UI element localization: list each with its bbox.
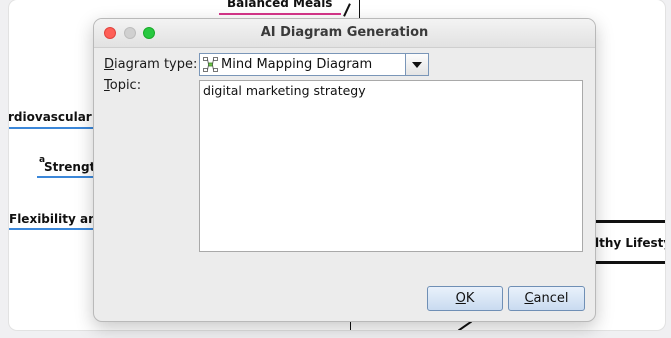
topic-label: Topic:	[104, 78, 141, 93]
chevron-down-icon[interactable]	[405, 54, 428, 75]
center-node-border-bottom	[594, 261, 665, 264]
ok-mnemonic: O	[455, 291, 466, 306]
topic-label-text: opic:	[109, 78, 142, 93]
branch-line-blue	[9, 228, 95, 230]
mind-map-icon	[203, 57, 218, 72]
diagram-type-mnemonic: D	[104, 57, 115, 72]
cancel-mnemonic: C	[524, 291, 534, 306]
topic-textarea[interactable]: digital marketing strategy	[199, 80, 583, 252]
diagonal-connector-bottom	[457, 320, 473, 330]
ai-diagram-dialog: AI Diagram Generation Diagram type: Mind…	[93, 18, 596, 322]
ok-button[interactable]: OK	[427, 286, 503, 311]
cancel-label-text: ancel	[533, 291, 569, 306]
ok-label-text: K	[465, 291, 475, 306]
cancel-button[interactable]: Cancel	[508, 286, 585, 311]
diagram-type-select[interactable]: Mind Mapping Diagram	[199, 53, 429, 76]
branch-line-blue	[37, 176, 97, 178]
vertical-connector	[359, 0, 360, 18]
mindmap-node-cardiovascular[interactable]: rdiovascular	[9, 110, 92, 124]
branch-line-blue	[9, 127, 95, 129]
dialog-titlebar[interactable]: AI Diagram Generation	[94, 19, 595, 48]
diagram-type-value: Mind Mapping Diagram	[221, 57, 373, 72]
dialog-title: AI Diagram Generation	[260, 25, 429, 40]
branch-line-pink	[219, 13, 341, 15]
diagram-type-label: Diagram type:	[104, 57, 197, 72]
center-node-border-top	[594, 220, 665, 223]
mindmap-node-balanced-meals[interactable]: Balanced Meals	[227, 0, 332, 10]
diagram-type-label-text: iagram type:	[114, 57, 198, 72]
mindmap-node-center[interactable]: lthy Lifesty	[595, 236, 665, 250]
connector-line	[343, 3, 351, 17]
mindmap-node-flexibility[interactable]: Flexibility an	[9, 212, 97, 226]
